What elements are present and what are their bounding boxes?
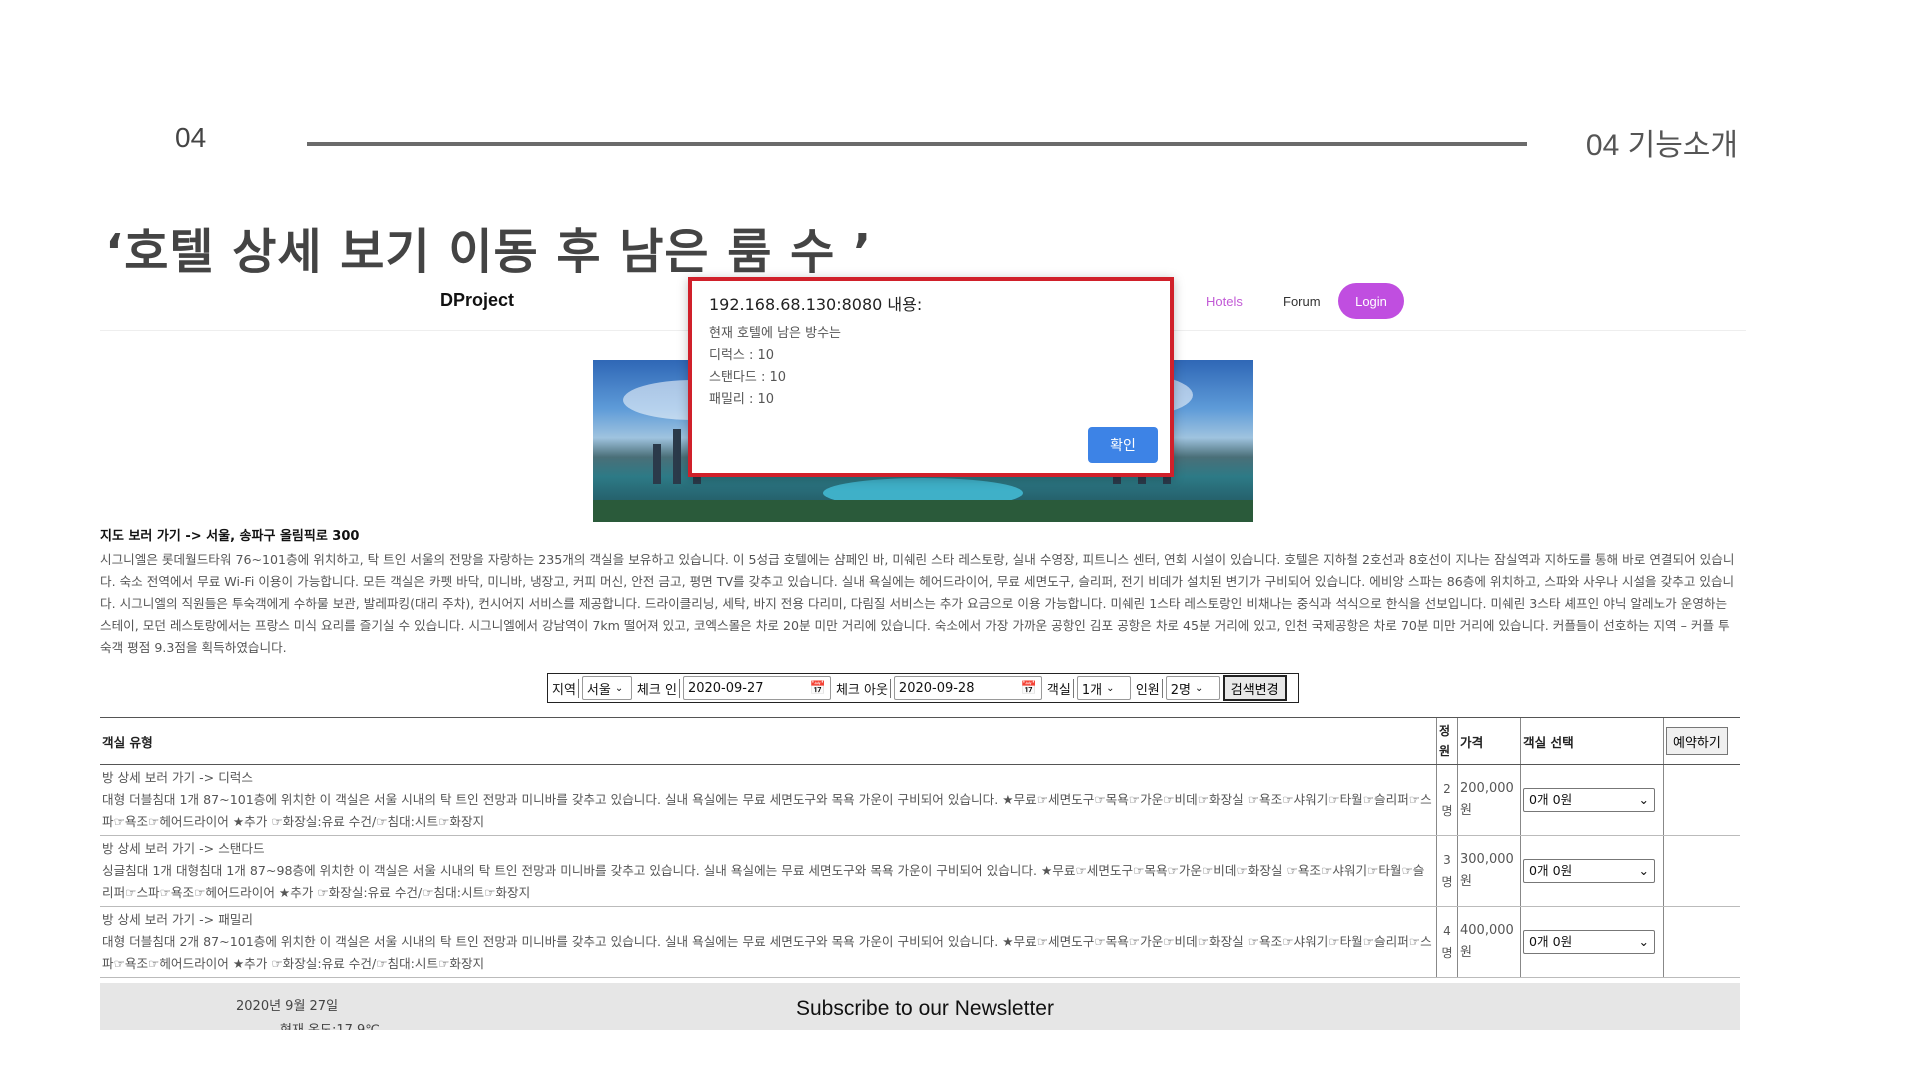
- rooms-value: 1개: [1081, 682, 1103, 698]
- region-label: 지역: [550, 678, 579, 698]
- search-change-button[interactable]: 검색변경: [1222, 675, 1287, 701]
- chevron-down-icon: ⌄: [1638, 792, 1649, 807]
- chevron-down-icon: ⌄: [1195, 682, 1204, 694]
- room-quantity-value: 0개 0원: [1529, 863, 1573, 878]
- col-reserve: 예약하기: [1663, 717, 1740, 765]
- table-header-row: 객실 유형 정원 가격 객실 선택 예약하기: [100, 717, 1740, 765]
- room-capacity: 2명: [1436, 764, 1458, 836]
- people-label: 인원: [1134, 678, 1163, 698]
- col-capacity: 정원: [1436, 717, 1458, 765]
- col-price: 가격: [1457, 717, 1521, 765]
- dialog-message: 현재 호텔에 남은 방수는 디럭스 : 10 스탠다드 : 10 패밀리 : 1…: [709, 323, 841, 411]
- room-type-cell: 방 상세 보러 가기 -> 패밀리 대형 더블침대 2개 87~101층에 위치…: [100, 906, 1437, 978]
- brand-logo[interactable]: DProject: [440, 290, 514, 311]
- chevron-down-icon: ⌄: [1106, 682, 1115, 694]
- newsletter-title: Subscribe to our Newsletter: [796, 997, 1054, 1020]
- room-select-cell: 0개 0원 ⌄: [1520, 764, 1664, 836]
- room-quantity-select[interactable]: 0개 0원 ⌄: [1523, 859, 1655, 883]
- room-price: 200,000원: [1457, 764, 1521, 836]
- room-price: 300,000원: [1457, 835, 1521, 907]
- search-bar: 지역 서울 ⌄ 체크 인 2020-09-27 📅 체크 아웃 2020-09-28…: [547, 673, 1299, 703]
- room-detail-link[interactable]: 방 상세 보러 가기 -> 디럭스: [102, 767, 1434, 789]
- checkin-date-input[interactable]: 2020-09-27 📅: [682, 676, 831, 700]
- room-quantity-select[interactable]: 0개 0원 ⌄: [1523, 788, 1655, 812]
- room-type-cell: 방 상세 보러 가기 -> 디럭스 대형 더블침대 1개 87~101층에 위치…: [100, 764, 1437, 836]
- dialog-ok-button[interactable]: 확인: [1088, 427, 1158, 463]
- room-detail-link[interactable]: 방 상세 보러 가기 -> 패밀리: [102, 909, 1434, 931]
- alert-dialog: 192.168.68.130:8080 내용: 현재 호텔에 남은 방수는 디럭…: [688, 277, 1174, 477]
- room-description: 싱글침대 1개 대형침대 1개 87~98층에 위치한 이 객실은 서울 시내의…: [102, 863, 1425, 900]
- slide-divider: [307, 142, 1527, 146]
- room-table: 객실 유형 정원 가격 객실 선택 예약하기 방 상세 보러 가기 -> 디럭스…: [100, 717, 1740, 978]
- dialog-title: 192.168.68.130:8080 내용:: [709, 295, 923, 314]
- room-price: 400,000원: [1457, 906, 1521, 978]
- reserve-cell: [1663, 764, 1740, 836]
- checkout-label: 체크 아웃: [834, 678, 891, 698]
- login-button[interactable]: Login: [1338, 283, 1404, 319]
- chevron-down-icon: ⌄: [1638, 934, 1649, 949]
- region-value: 서울: [586, 682, 611, 698]
- table-row: 방 상세 보러 가기 -> 스탠다드 싱글침대 1개 대형침대 1개 87~98…: [100, 835, 1740, 907]
- checkin-value: 2020-09-27: [687, 680, 764, 696]
- room-description: 대형 더블침대 2개 87~101층에 위치한 이 객실은 서울 시내의 탁 트…: [102, 934, 1432, 971]
- room-capacity: 3명: [1436, 835, 1458, 907]
- room-description: 대형 더블침대 1개 87~101층에 위치한 이 객실은 서울 시내의 탁 트…: [102, 792, 1432, 829]
- footer-date: 2020년 9월 27일: [236, 999, 339, 1014]
- region-select[interactable]: 서울 ⌄: [581, 676, 632, 700]
- nav-forum-link[interactable]: Forum: [1283, 294, 1321, 309]
- room-select-cell: 0개 0원 ⌄: [1520, 906, 1664, 978]
- room-select-cell: 0개 0원 ⌄: [1520, 835, 1664, 907]
- slide-section-title: 04 기능소개: [1585, 129, 1738, 162]
- table-row: 방 상세 보러 가기 -> 디럭스 대형 더블침대 1개 87~101층에 위치…: [100, 764, 1740, 836]
- rooms-select[interactable]: 1개 ⌄: [1076, 676, 1131, 700]
- calendar-icon[interactable]: 📅: [810, 681, 826, 696]
- checkout-value: 2020-09-28: [898, 680, 975, 696]
- table-row: 방 상세 보러 가기 -> 패밀리 대형 더블침대 2개 87~101층에 위치…: [100, 906, 1740, 978]
- col-room-type: 객실 유형: [100, 717, 1437, 765]
- checkout-date-input[interactable]: 2020-09-28 📅: [893, 676, 1042, 700]
- chevron-down-icon: ⌄: [1638, 863, 1649, 878]
- room-capacity: 4명: [1436, 906, 1458, 978]
- col-room-select: 객실 선택: [1520, 717, 1664, 765]
- checkin-label: 체크 인: [635, 678, 680, 698]
- hotel-description: 시그니엘은 롯데월드타워 76~101층에 위치하고, 탁 트인 서울의 전망을…: [100, 552, 1735, 655]
- slide-number: 04: [175, 122, 207, 153]
- room-quantity-value: 0개 0원: [1529, 934, 1573, 949]
- room-quantity-value: 0개 0원: [1529, 792, 1573, 807]
- footer-temperature: 현재 온도:17.9℃: [280, 1019, 380, 1030]
- dialog-line: 패밀리 : 10: [709, 392, 775, 407]
- rooms-label: 객실: [1045, 678, 1074, 698]
- map-link[interactable]: 지도 보러 가기 -> 서울, 송파구 올림픽로 300: [100, 525, 359, 544]
- people-select[interactable]: 2명 ⌄: [1165, 676, 1220, 700]
- newsletter-footer: 2020년 9월 27일 현재 온도:17.9℃ Subscribe to ou…: [100, 983, 1740, 1030]
- people-value: 2명: [1170, 682, 1191, 698]
- room-type-cell: 방 상세 보러 가기 -> 스탠다드 싱글침대 1개 대형침대 1개 87~98…: [100, 835, 1437, 907]
- room-quantity-select[interactable]: 0개 0원 ⌄: [1523, 930, 1655, 954]
- reserve-cell: [1663, 835, 1740, 907]
- dialog-line: 디럭스 : 10: [709, 348, 775, 363]
- room-detail-link[interactable]: 방 상세 보러 가기 -> 스탠다드: [102, 838, 1434, 860]
- chevron-down-icon: ⌄: [614, 682, 624, 694]
- slide-heading: ‘호텔 상세 보기 이동 후 남은 룸 수 ’: [105, 224, 873, 280]
- dialog-line: 스탠다드 : 10: [709, 370, 787, 385]
- nav-hotels-link[interactable]: Hotels: [1206, 294, 1243, 309]
- calendar-icon[interactable]: 📅: [1021, 681, 1037, 696]
- dialog-line: 현재 호텔에 남은 방수는: [709, 326, 841, 341]
- reserve-cell: [1663, 906, 1740, 978]
- reserve-button[interactable]: 예약하기: [1666, 727, 1728, 755]
